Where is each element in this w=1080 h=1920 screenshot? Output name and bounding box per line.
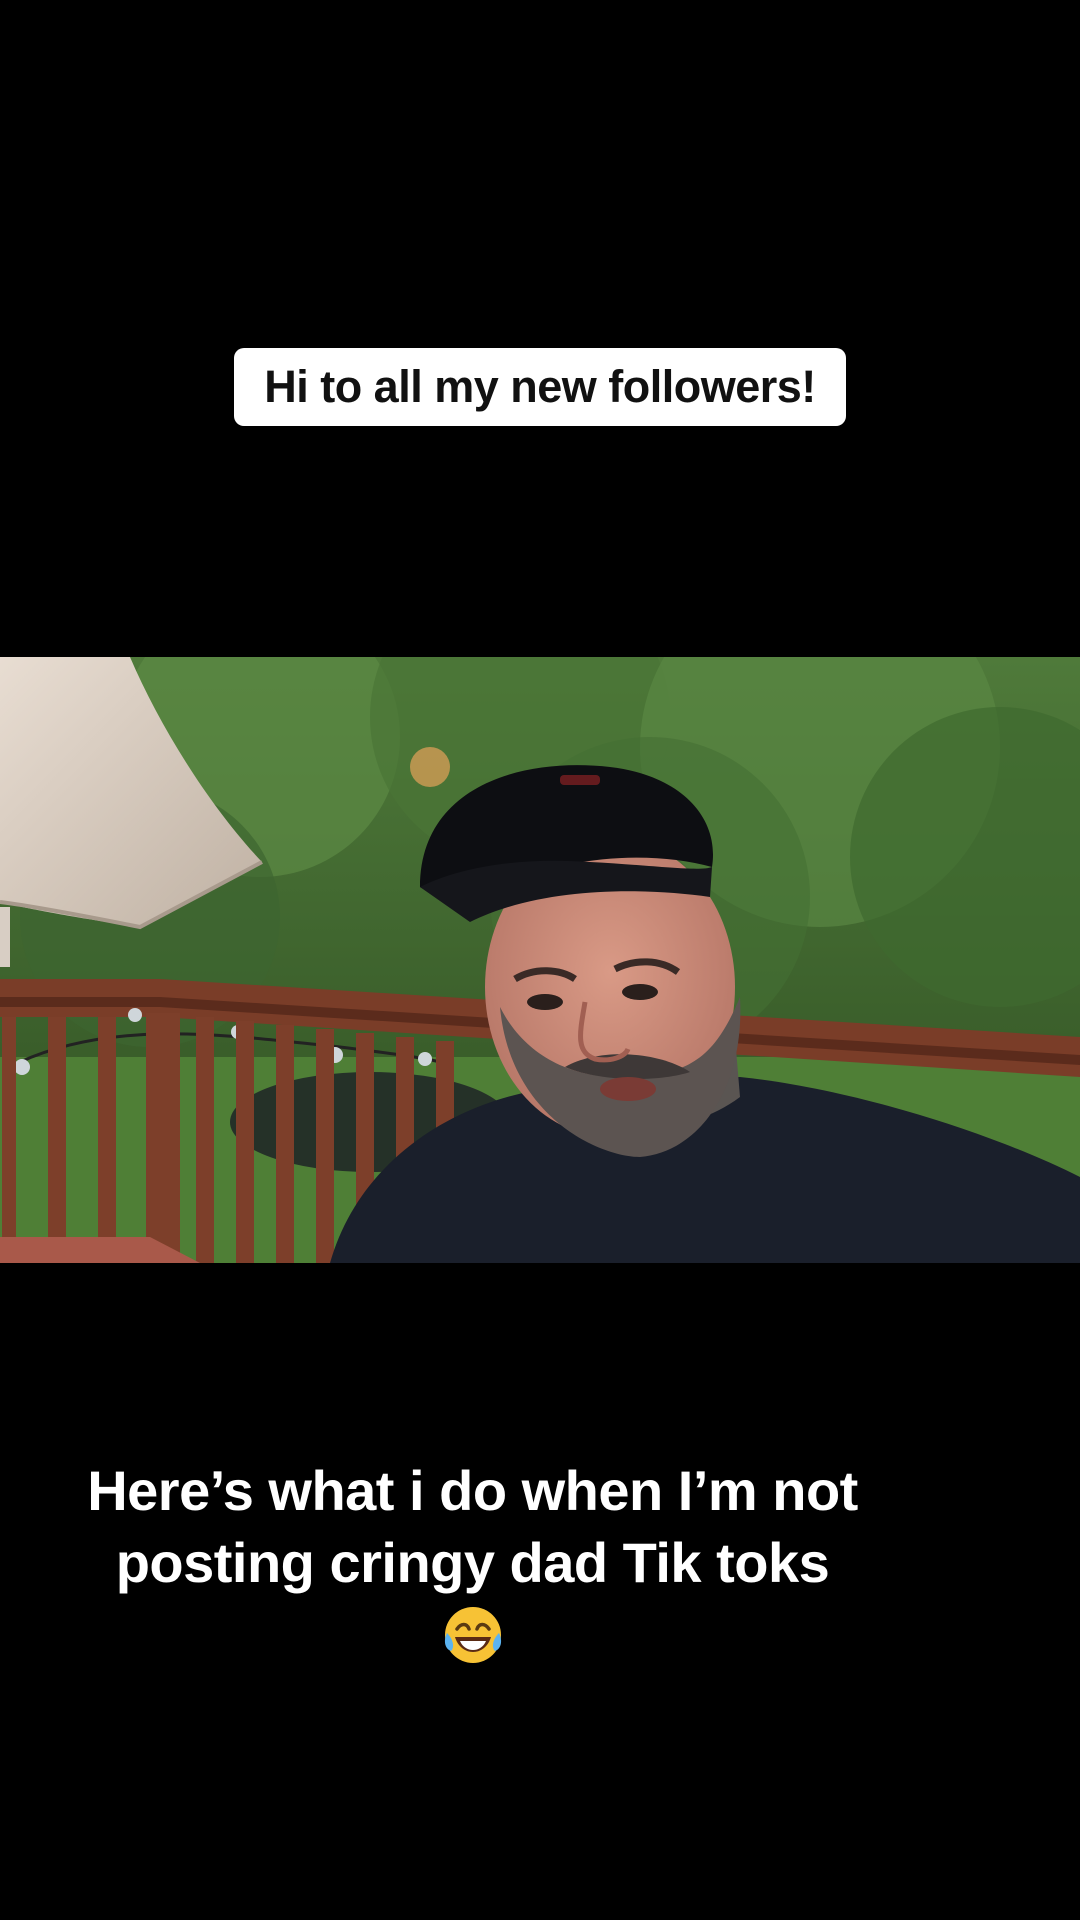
top-caption-pill: Hi to all my new followers!	[234, 348, 846, 426]
video-screen[interactable]: Hi to all my new followers! Here’s what …	[0, 0, 1080, 1920]
video-scene	[0, 657, 1080, 1263]
bottom-caption: Here’s what i do when I’m not posting cr…	[40, 1455, 905, 1667]
bottom-caption-line-2: posting cringy dad Tik toks	[115, 1531, 830, 1594]
bottom-caption-line-1: Here’s what i do when I’m not	[87, 1459, 858, 1522]
top-caption-text: Hi to all my new followers!	[264, 361, 816, 412]
face-with-tears-of-joy-icon	[444, 1607, 501, 1663]
video-frame[interactable]	[0, 657, 1080, 1263]
